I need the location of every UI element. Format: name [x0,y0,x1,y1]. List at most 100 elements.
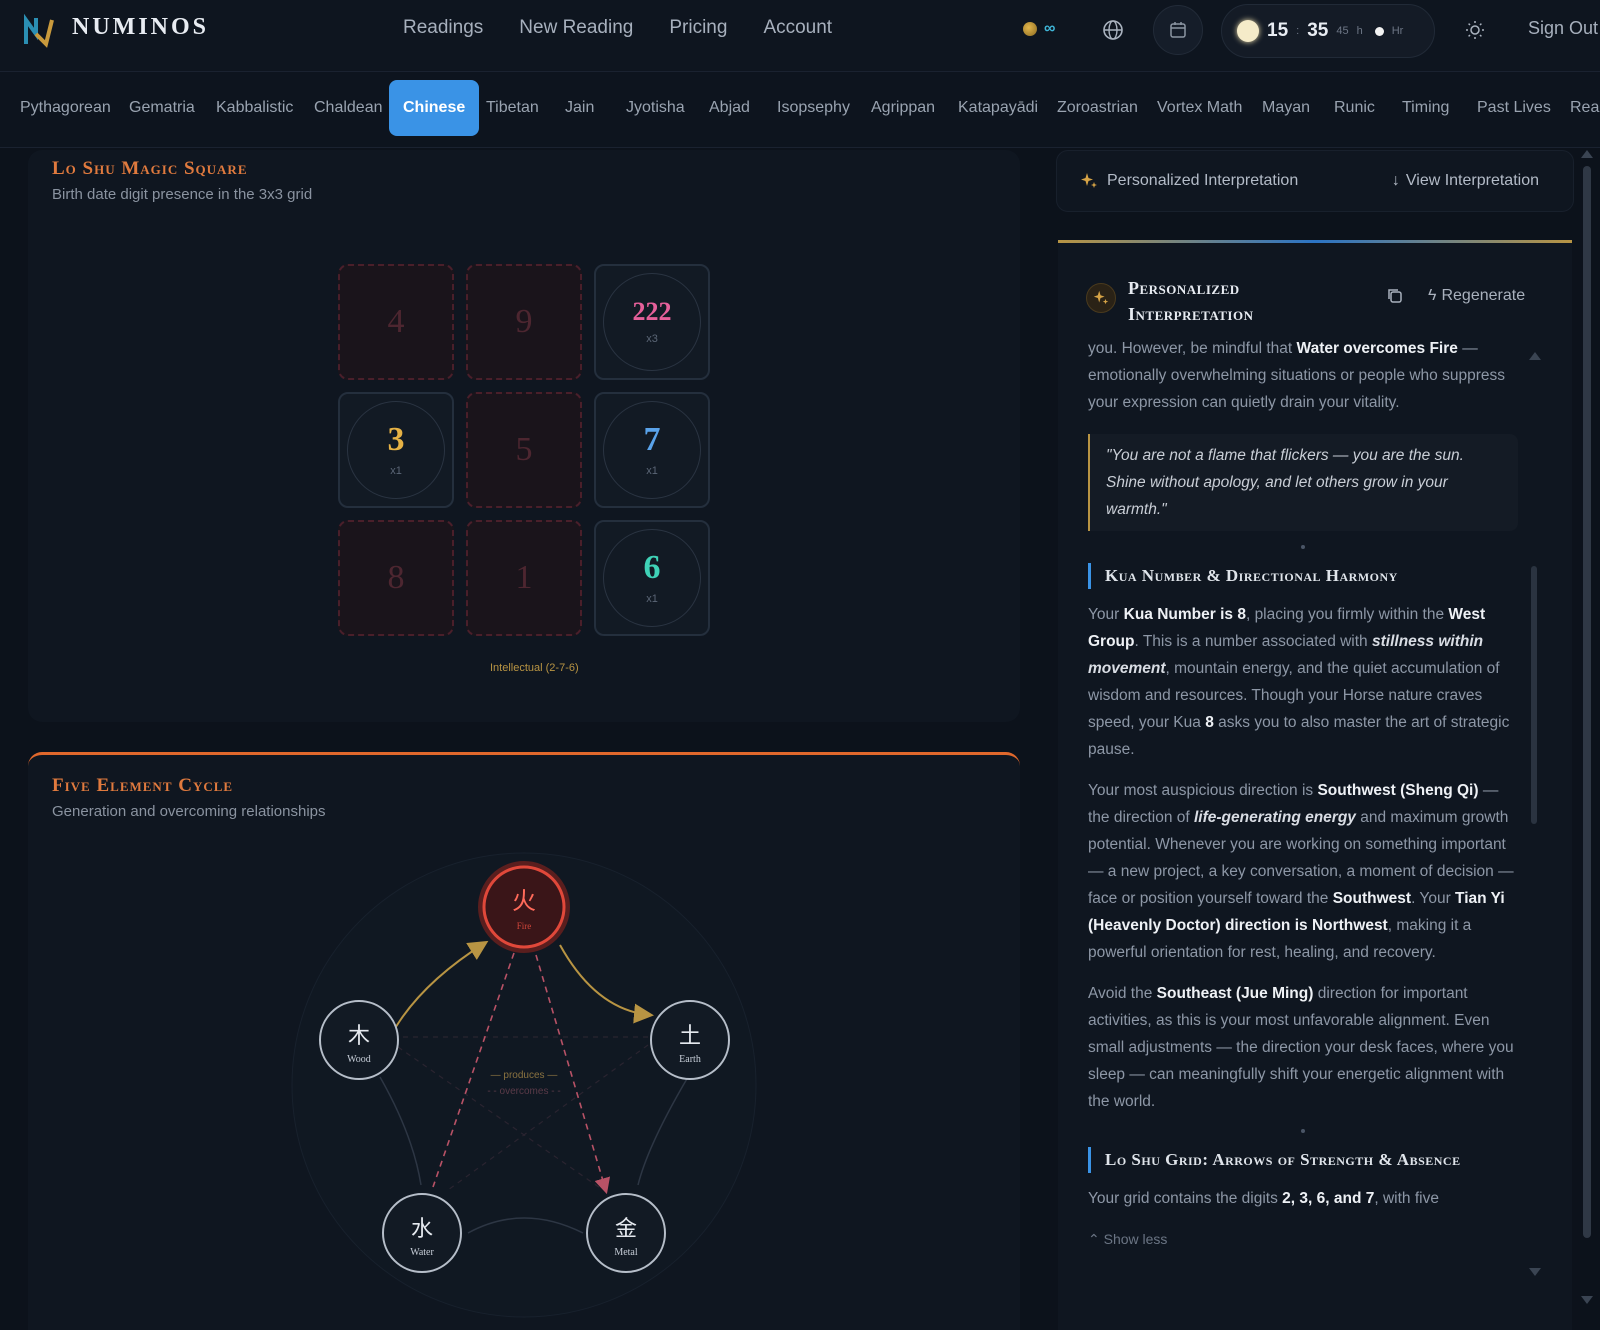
inner-scroll-down-icon[interactable] [1529,1268,1541,1276]
tab-chaldean[interactable]: Chaldean [314,80,383,136]
show-less-button[interactable]: ⌃ Show less [1088,1226,1518,1253]
lo-shu-cell-3[interactable]: 3 x1 [338,392,454,508]
lo-shu-panel: Lo Shu Magic Square Birth date digit pre… [28,150,1020,722]
section-heading-kua: Kua Number & Directional Harmony [1088,563,1518,589]
tab-chinese[interactable]: Chinese [389,80,480,136]
cell-value: 9 [515,303,533,340]
logo-icon[interactable] [22,14,56,48]
cell-ring: 6 x1 [603,529,701,627]
paragraph-kua-2: Your most auspicious direction is Southw… [1088,782,1514,961]
lo-shu-grid: 4 9 222 x3 3 x1 5 7 x1 8 1 6 x1 [338,264,710,636]
copy-icon[interactable] [1386,287,1404,305]
nav-account[interactable]: Account [763,17,832,39]
coin-icon [1023,22,1037,36]
tab-abjad[interactable]: Abjad [709,80,750,136]
inner-scrollbar[interactable] [1531,566,1537,824]
credits-value: ∞ [1044,20,1056,37]
top-navbar: NUMINOS Readings New Reading Pricing Acc… [0,0,1600,72]
tab-runic[interactable]: Runic [1334,80,1375,136]
lo-shu-cell-8[interactable]: 8 [338,520,454,636]
main-nav: Readings New Reading Pricing Account [403,17,832,39]
nav-pricing[interactable]: Pricing [669,17,727,39]
lo-shu-cell-4[interactable]: 4 [338,264,454,380]
paragraph-kua-3: Avoid the Southeast (Jue Ming) direction… [1088,985,1514,1110]
tab-zoroastrian[interactable]: Zoroastrian [1057,80,1138,136]
cell-value: 222 [632,297,672,326]
cell-count: x3 [646,333,658,345]
cell-count: x1 [646,593,658,605]
system-tabs: Pythagorean Gematria Kabbalistic Chaldea… [0,72,1600,148]
water-label: Water [410,1247,434,1258]
moon-dot-icon [1374,26,1384,36]
element-node-wood[interactable]: 木 Wood [319,1000,399,1080]
inner-scroll-up-icon[interactable] [1529,352,1541,360]
cell-ring: 7 x1 [603,401,701,499]
cell-value: 1 [515,559,533,596]
tab-isopsephy[interactable]: Isopsephy [777,80,850,136]
lo-shu-cell-1[interactable]: 1 [466,520,582,636]
fire-label: Fire [517,921,532,931]
calendar-button[interactable] [1153,5,1203,55]
time-hour: 15 [1267,20,1289,41]
personalized-interpretation-label[interactable]: Personalized Interpretation [1107,172,1298,190]
language-button[interactable] [1088,5,1138,55]
cell-ring: 3 x1 [347,401,445,499]
interpretation-title: Personalized Interpretation [1128,278,1254,324]
theme-toggle-button[interactable] [1450,5,1500,55]
lo-shu-title: Lo Shu Magic Square [52,158,248,179]
tab-jain[interactable]: Jain [565,80,594,136]
time-widget[interactable]: 15 : 35 45 h Hr [1221,4,1435,58]
cell-count: x1 [390,465,402,477]
tab-agrippan[interactable]: Agrippan [871,80,935,136]
lo-shu-cell-6[interactable]: 6 x1 [594,520,710,636]
brand-name[interactable]: NUMINOS [72,14,209,41]
view-interpretation-button[interactable]: ↓ View Interpretation [1392,172,1539,190]
tab-vortex-math[interactable]: Vortex Math [1157,80,1242,136]
wood-glyph: 木 [348,1024,370,1049]
globe-icon [1103,20,1123,40]
tab-katapayadi[interactable]: Katapayādi [958,80,1038,136]
credits-indicator[interactable]: ∞ [1023,20,1055,38]
quote-block: "You are not a flame that flickers — you… [1088,434,1518,531]
nav-readings[interactable]: Readings [403,17,483,39]
interpretation-header: Personalized Interpretation ϟ Regenerate [1086,275,1556,335]
arrow-label: Intellectual (2-7-6) [490,662,579,674]
cell-value: 4 [387,303,405,340]
calendar-icon [1170,22,1186,38]
paragraph-lo-shu: Your grid contains the digits 2, 3, 6, a… [1088,1190,1439,1207]
interpretation-content: you. However, be mindful that Water over… [1088,340,1518,1253]
fire-glyph: 火 [512,887,536,915]
cell-value: 6 [643,549,661,586]
tab-kabbalistic[interactable]: Kabbalistic [216,80,293,136]
sign-out-link[interactable]: Sign Out [1528,18,1598,39]
divider-dot [1301,545,1305,549]
tab-timing[interactable]: Timing [1402,80,1449,136]
page-scrollbar[interactable] [1583,166,1591,1238]
element-node-fire[interactable]: 火 Fire [478,861,570,953]
page-scroll-up-icon[interactable] [1581,150,1593,158]
cell-value: 7 [643,421,661,458]
legend-overcomes: - - overcomes - - [487,1086,560,1097]
legend-produces: — produces — [491,1070,558,1081]
regenerate-button[interactable]: ϟ Regenerate [1428,287,1525,305]
element-node-water[interactable]: 水 Water [382,1193,462,1273]
element-node-metal[interactable]: 金 Metal [586,1193,666,1273]
lo-shu-cell-2[interactable]: 222 x3 [594,264,710,380]
interpretation-card: Personalized Interpretation ϟ Regenerate … [1058,240,1572,1330]
element-node-earth[interactable]: 土 Earth [650,1000,730,1080]
tab-gematria[interactable]: Gematria [129,80,195,136]
tab-tibetan[interactable]: Tibetan [486,80,539,136]
tab-past-lives[interactable]: Past Lives [1477,80,1551,136]
lo-shu-cell-7[interactable]: 7 x1 [594,392,710,508]
tab-mayan[interactable]: Mayan [1262,80,1310,136]
lo-shu-cell-5[interactable]: 5 [466,392,582,508]
page-scroll-down-icon[interactable] [1581,1296,1593,1304]
cell-value: 8 [387,559,405,596]
tab-jyotisha[interactable]: Jyotisha [626,80,685,136]
tab-real[interactable]: Real [1570,80,1600,136]
chevron-up-icon: ⌃ [1088,1231,1100,1247]
lo-shu-cell-9[interactable]: 9 [466,264,582,380]
sun-theme-icon [1466,21,1484,39]
tab-pythagorean[interactable]: Pythagorean [20,80,111,136]
nav-new-reading[interactable]: New Reading [519,17,633,39]
